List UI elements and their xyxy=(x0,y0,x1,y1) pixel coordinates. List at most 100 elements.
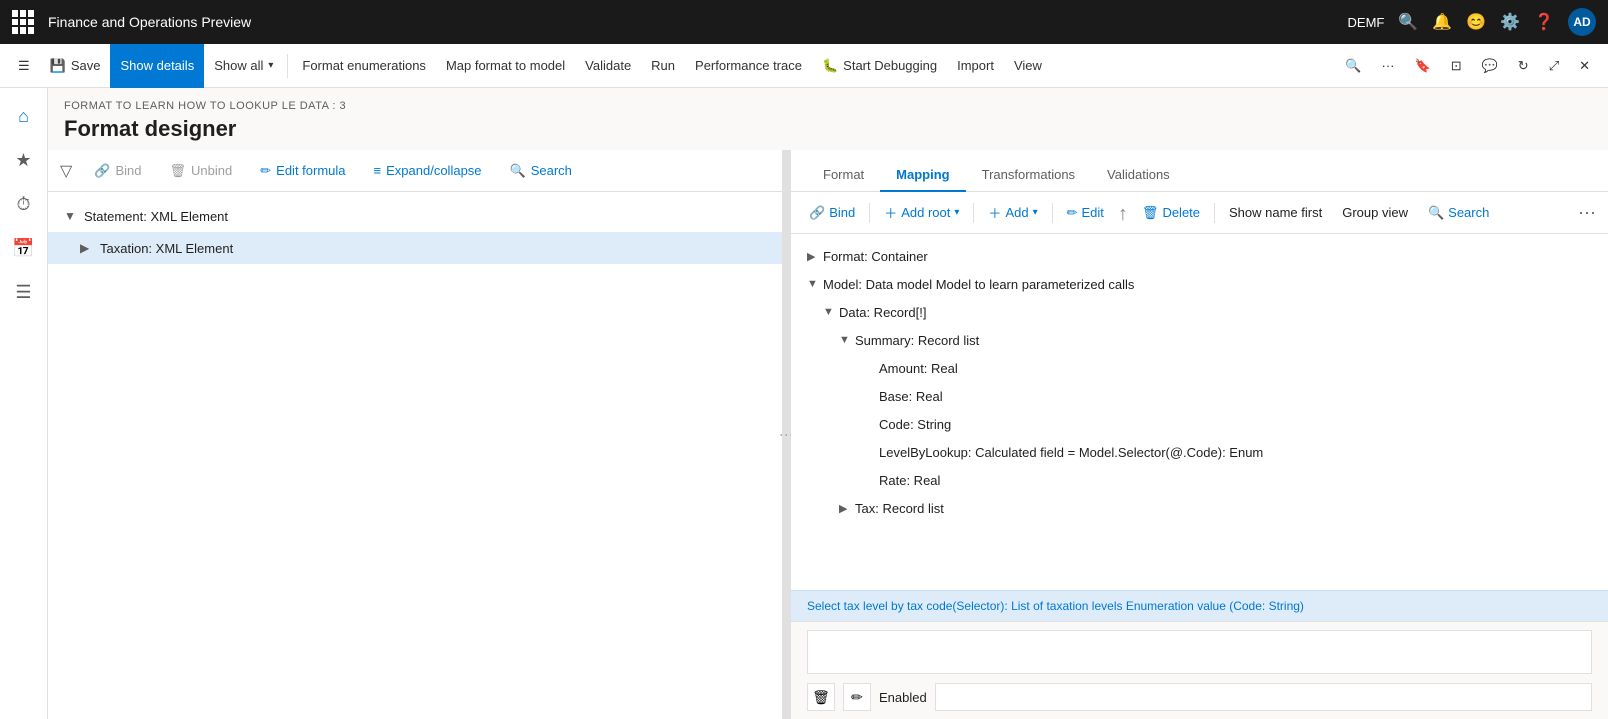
format-enumerations-button[interactable]: Format enumerations xyxy=(292,44,436,88)
map-item[interactable]: ▼ Model: Data model Model to learn param… xyxy=(791,270,1608,298)
sidebar-icon-clock[interactable]: ⏱ xyxy=(4,184,44,224)
map-bind-button[interactable]: 🔗 Bind xyxy=(803,201,861,225)
user-icon[interactable]: 😊 xyxy=(1466,12,1486,32)
selected-item-bar: Select tax level by tax code(Selector): … xyxy=(791,590,1608,621)
map-item[interactable]: LevelByLookup: Calculated field = Model.… xyxy=(791,438,1608,466)
map-sep-3 xyxy=(1052,203,1053,223)
map-item[interactable]: ▶ Format: Container xyxy=(791,242,1608,270)
tree-item[interactable]: ▶ Taxation: XML Element xyxy=(48,232,782,264)
expand-icon[interactable]: ▼ xyxy=(807,278,823,290)
expand-cmd-button[interactable]: ⊡ xyxy=(1441,44,1472,88)
map-add-button[interactable]: ＋ Add ▾ xyxy=(982,199,1043,226)
command-bar: ☰ 💾 Save Show details Show all ▾ Format … xyxy=(0,44,1608,88)
map-item[interactable]: ▼ Data: Record[!] xyxy=(791,298,1608,326)
map-item-label: Amount: Real xyxy=(879,361,958,376)
unbind-button[interactable]: 🗑 Unbind xyxy=(164,159,239,183)
map-search-button[interactable]: 🔍 Search xyxy=(1422,201,1495,225)
filter-icon[interactable]: ▽ xyxy=(60,161,72,181)
formula-bottom: 🗑 ✏ Enabled xyxy=(807,677,1592,711)
tabs: Format Mapping Transformations Validatio… xyxy=(791,150,1608,192)
map-item[interactable]: ▼ Summary: Record list xyxy=(791,326,1608,354)
start-debugging-button[interactable]: 🐛 Start Debugging xyxy=(812,44,947,88)
tab-format[interactable]: Format xyxy=(807,159,880,192)
app-grid-icon[interactable] xyxy=(12,10,36,34)
show-all-button[interactable]: Show all ▾ xyxy=(204,44,283,88)
map-delete-button[interactable]: 🗑 Delete xyxy=(1136,201,1206,225)
map-edit-button[interactable]: ✏ Edit xyxy=(1061,201,1110,225)
performance-trace-button[interactable]: Performance trace xyxy=(685,44,812,88)
notification-icon[interactable]: 🔔 xyxy=(1432,12,1452,32)
edit-formula-icon: ✏ xyxy=(260,163,271,179)
search-left-button[interactable]: 🔍 Search xyxy=(504,159,578,183)
sidebar-icon-calendar[interactable]: 📅 xyxy=(4,228,44,268)
tab-mapping[interactable]: Mapping xyxy=(880,159,965,192)
debug-icon: 🐛 xyxy=(822,58,838,74)
expand-collapse-button[interactable]: ≡ Expand/collapse xyxy=(368,159,488,182)
add-root-chevron: ▾ xyxy=(954,207,959,218)
content-area: FORMAT TO LEARN HOW TO LOOKUP LE DATA : … xyxy=(48,88,1608,719)
map-item-label: Code: String xyxy=(879,417,951,432)
selected-item-text: Select tax level by tax code(Selector): … xyxy=(807,599,1304,613)
add-chevron: ▾ xyxy=(1033,207,1038,218)
map-item[interactable]: ▶ Tax: Record list xyxy=(791,494,1608,522)
map-add-root-icon: ＋ xyxy=(884,203,897,222)
expand-icon[interactable]: ▼ xyxy=(839,334,855,346)
tab-transformations[interactable]: Transformations xyxy=(966,159,1091,192)
tree-expand-icon[interactable]: ▼ xyxy=(64,209,80,223)
expand-icon[interactable]: ▶ xyxy=(839,502,855,515)
help-icon[interactable]: ❓ xyxy=(1534,12,1554,32)
view-button[interactable]: View xyxy=(1004,44,1052,88)
map-add-root-button[interactable]: ＋ Add root ▾ xyxy=(878,199,965,226)
sidebar-icon-star[interactable]: ★ xyxy=(4,140,44,180)
edit-formula-button[interactable]: ✏ Edit formula xyxy=(254,159,351,183)
tab-validations[interactable]: Validations xyxy=(1091,159,1186,192)
avatar[interactable]: AD xyxy=(1568,8,1596,36)
close-cmd-button[interactable]: ✕ xyxy=(1569,44,1600,88)
tree-item-label: Statement: XML Element xyxy=(84,209,228,224)
enabled-input[interactable] xyxy=(935,683,1592,711)
format-tree: ▼ Statement: XML Element ▶ Taxation: XML… xyxy=(48,192,782,719)
sidebar-icon-home[interactable]: ⌂ xyxy=(4,96,44,136)
main-layout: ⌂ ★ ⏱ 📅 ☰ FORMAT TO LEARN HOW TO LOOKUP … xyxy=(0,88,1608,719)
formula-delete-button[interactable]: 🗑 xyxy=(807,683,835,711)
popout-cmd-button[interactable]: ⤢ xyxy=(1539,44,1569,88)
left-sidebar: ⌂ ★ ⏱ 📅 ☰ xyxy=(0,88,48,719)
tree-expand-icon[interactable]: ▶ xyxy=(80,241,96,255)
map-format-button[interactable]: Map format to model xyxy=(436,44,575,88)
validate-button[interactable]: Validate xyxy=(575,44,641,88)
menu-button[interactable]: ☰ xyxy=(8,44,40,88)
breadcrumb: FORMAT TO LEARN HOW TO LOOKUP LE DATA : … xyxy=(64,100,1592,112)
title-bar: Finance and Operations Preview DEMF 🔍 🔔 … xyxy=(0,0,1608,44)
enabled-label: Enabled xyxy=(879,690,927,705)
map-search-icon: 🔍 xyxy=(1428,205,1444,221)
bind-button[interactable]: 🔗 Bind xyxy=(88,159,147,183)
map-delete-icon: 🗑 xyxy=(1142,205,1159,221)
save-button[interactable]: 💾 Save xyxy=(40,44,111,88)
map-show-name-button[interactable]: Show name first xyxy=(1223,201,1328,224)
map-more-button[interactable]: ··· xyxy=(1578,202,1596,223)
import-button[interactable]: Import xyxy=(947,44,1004,88)
tree-item[interactable]: ▼ Statement: XML Element xyxy=(48,200,782,232)
expand-icon[interactable]: ▶ xyxy=(807,250,823,263)
map-item[interactable]: Base: Real xyxy=(791,382,1608,410)
settings-icon[interactable]: ⚙️ xyxy=(1500,12,1520,32)
divider-handle[interactable]: ⋮ xyxy=(783,150,791,719)
map-item[interactable]: Rate: Real xyxy=(791,466,1608,494)
chat-cmd-button[interactable]: 💬 xyxy=(1472,44,1508,88)
company-code: DEMF xyxy=(1348,15,1385,30)
formula-edit-button[interactable]: ✏ xyxy=(843,683,871,711)
show-details-button[interactable]: Show details xyxy=(110,44,204,88)
formula-edit-icon: ✏ xyxy=(851,689,863,706)
search-icon[interactable]: 🔍 xyxy=(1398,12,1418,32)
search-cmd-button[interactable]: 🔍 xyxy=(1335,44,1371,88)
expand-icon[interactable]: ▼ xyxy=(823,306,839,318)
bookmark-cmd-button[interactable]: 🔖 xyxy=(1405,44,1441,88)
more-cmd-button[interactable]: ··· xyxy=(1372,44,1405,88)
map-item[interactable]: Code: String xyxy=(791,410,1608,438)
map-item[interactable]: Amount: Real xyxy=(791,354,1608,382)
formula-input[interactable] xyxy=(807,630,1592,674)
map-group-view-button[interactable]: Group view xyxy=(1336,201,1414,224)
refresh-cmd-button[interactable]: ↻ xyxy=(1508,44,1539,88)
run-button[interactable]: Run xyxy=(641,44,685,88)
sidebar-icon-list[interactable]: ☰ xyxy=(4,272,44,312)
